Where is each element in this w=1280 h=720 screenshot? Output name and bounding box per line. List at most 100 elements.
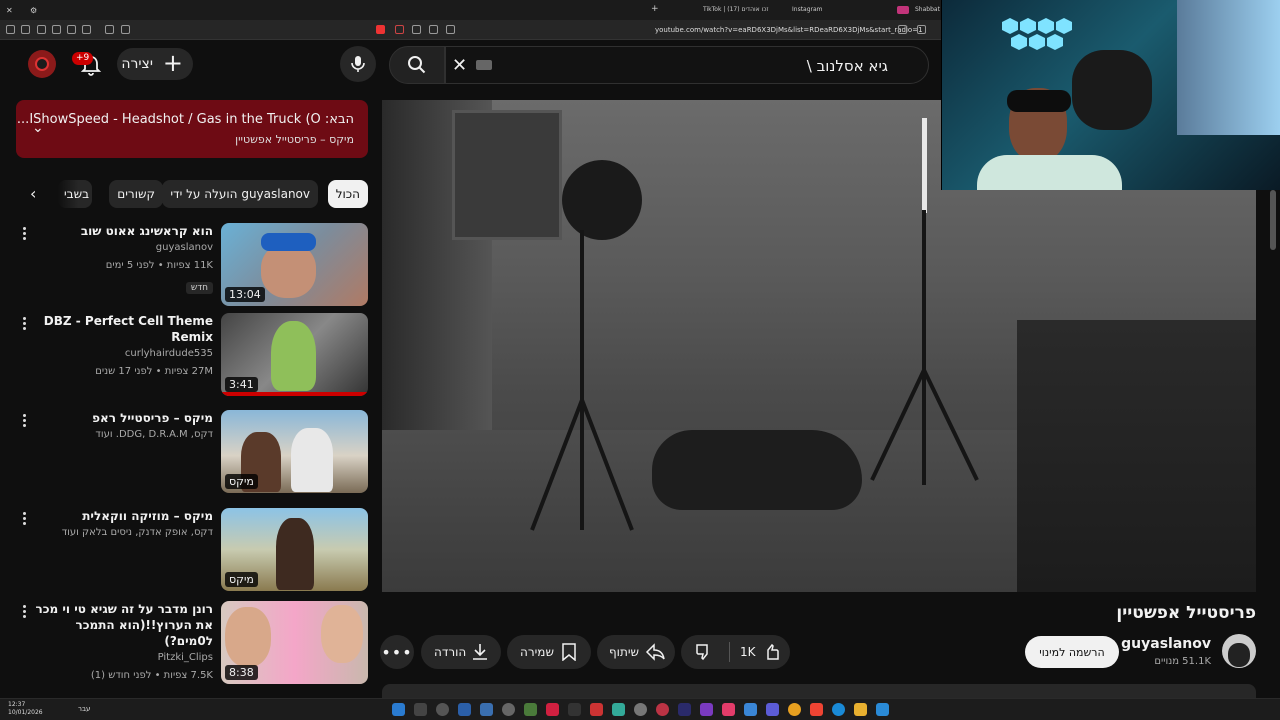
window-icon[interactable]: ⚙ <box>30 6 37 15</box>
app-icon[interactable] <box>502 703 515 716</box>
avatar[interactable] <box>28 50 56 78</box>
thumbnail[interactable]: 3:41 <box>221 313 368 396</box>
video-title[interactable]: רונן מדבר על זה שגיא טי וי מכר את הערוץ!… <box>23 601 214 649</box>
app-icon[interactable] <box>414 703 427 716</box>
thumbnail[interactable]: 13:04 <box>221 223 368 306</box>
app-icon[interactable] <box>700 703 713 716</box>
app-icon[interactable] <box>436 703 449 716</box>
chip-uploaded-by[interactable]: הועלה על ידי guyaslanov <box>162 180 318 208</box>
extension-icon[interactable] <box>21 25 30 34</box>
more-options-icon[interactable] <box>20 412 28 428</box>
video-title[interactable]: הוא קראשינג אאוט שוב <box>23 223 213 239</box>
chip-more[interactable]: בשבי <box>58 180 92 208</box>
clear-search-icon[interactable]: ✕ <box>452 55 467 76</box>
address-input[interactable]: youtube.com/watch?v=eaRD6X3DjMs&list=RDe… <box>655 26 923 34</box>
chevron-down-icon[interactable]: ⌄ <box>32 120 44 136</box>
chip-related[interactable]: קשורים <box>109 180 163 208</box>
chip-all[interactable]: הכול <box>327 180 368 208</box>
thumbnail[interactable]: מיקס <box>221 508 368 591</box>
keyboard-icon[interactable] <box>476 60 492 70</box>
clock[interactable]: 12:37 10/01/2026 <box>8 701 43 717</box>
extension-icon[interactable] <box>67 25 76 34</box>
like-button[interactable]: 1K <box>730 635 790 669</box>
channel-name[interactable]: curlyhairdude535 <box>23 345 213 363</box>
thumbnail[interactable]: 8:38 <box>221 601 368 684</box>
list-item[interactable]: 8:38 רונן מדבר על זה שגיא טי וי מכר את ה… <box>16 601 368 687</box>
search-button[interactable] <box>389 46 445 84</box>
channel-name[interactable]: guyaslanov <box>1121 636 1211 652</box>
video-title[interactable]: מיקס – פריסטייל ראפ <box>23 410 213 426</box>
app-icon[interactable] <box>568 703 581 716</box>
app-icon[interactable] <box>480 703 493 716</box>
list-item[interactable]: מיקס מיקס – פריסטייל ראפ דקס, DDG, D.R.A… <box>16 410 368 496</box>
app-icon[interactable] <box>722 703 735 716</box>
app-icon[interactable] <box>766 703 779 716</box>
edge-icon[interactable] <box>832 703 845 716</box>
app-icon[interactable] <box>458 703 471 716</box>
chrome-icon[interactable] <box>788 703 801 716</box>
app-icon[interactable] <box>392 703 405 716</box>
app-icon[interactable] <box>546 703 559 716</box>
new-tab-button[interactable]: + <box>651 4 659 14</box>
extension-icon[interactable] <box>105 25 114 34</box>
reload-icon[interactable] <box>412 25 421 34</box>
more-options-icon[interactable] <box>20 603 28 619</box>
screen-icon[interactable] <box>446 25 455 34</box>
app-icon[interactable] <box>634 703 647 716</box>
extension-icon[interactable] <box>898 25 907 34</box>
scrollbar-thumb[interactable] <box>1270 190 1276 250</box>
channel-name[interactable]: Pitzki_Clips <box>23 649 213 667</box>
app-icon[interactable] <box>590 703 603 716</box>
extension-icon[interactable] <box>121 25 130 34</box>
shield-icon[interactable] <box>395 25 404 34</box>
list-item[interactable]: 13:04 הוא קראשינג אאוט שוב guyaslanov 11… <box>16 223 368 309</box>
more-options-icon[interactable] <box>20 510 28 526</box>
tab-tiktok[interactable]: TikTok | זכו אוהדים (17) <box>703 6 768 13</box>
app-icon[interactable] <box>612 703 625 716</box>
list-item[interactable]: 3:41 DBZ - Perfect Cell Theme Remix curl… <box>16 313 368 399</box>
dislike-button[interactable] <box>681 635 729 669</box>
video-title[interactable]: DBZ - Perfect Cell Theme Remix <box>23 313 213 345</box>
notifications-button[interactable]: +9 <box>72 52 104 78</box>
subscribe-button[interactable]: הרשמה למינוי <box>1025 636 1119 668</box>
channel-name[interactable]: דקס, DDG, D.R.A.M. ועוד <box>23 426 213 444</box>
app-icon[interactable] <box>744 703 757 716</box>
list-item[interactable]: מיקס מיקס – מוזיקה ווקאלית דקס, אופק אדנ… <box>16 508 368 594</box>
tab-instagram[interactable]: Instagram <box>792 6 823 13</box>
bookmark-icon[interactable] <box>917 25 926 34</box>
app-icon[interactable] <box>656 703 669 716</box>
extension-icon[interactable] <box>82 25 91 34</box>
chevron-left-icon[interactable]: ‹ <box>30 184 36 203</box>
channel-avatar[interactable] <box>1222 634 1256 668</box>
close-icon[interactable]: ✕ <box>6 6 13 15</box>
thumbnail[interactable]: מיקס <box>221 410 368 493</box>
voice-search-button[interactable] <box>340 46 376 82</box>
more-options-icon[interactable] <box>20 315 28 331</box>
app-icon[interactable] <box>678 703 691 716</box>
search-input[interactable]: ✕ גיא אסלנוב \ <box>445 46 929 84</box>
share-button[interactable]: שיתוף <box>597 635 675 669</box>
description-box[interactable] <box>382 684 1256 698</box>
extension-icon[interactable] <box>37 25 46 34</box>
extension-icon[interactable] <box>52 25 61 34</box>
zoom-icon[interactable] <box>429 25 438 34</box>
thumbnail-face <box>321 605 363 663</box>
windows-icon[interactable] <box>876 703 889 716</box>
instagram-icon <box>897 6 909 14</box>
app-icon[interactable] <box>524 703 537 716</box>
folder-icon[interactable] <box>854 703 867 716</box>
menu-icon[interactable] <box>6 25 15 34</box>
channel-name[interactable]: דקס, אופק אדנק, ניסים בלאק ועוד <box>23 524 213 542</box>
more-actions-button[interactable]: ••• <box>380 635 414 669</box>
download-button[interactable]: הורדה <box>421 635 501 669</box>
language-indicator[interactable]: עבר <box>78 705 90 713</box>
brave-icon[interactable] <box>376 25 385 34</box>
more-options-icon[interactable] <box>20 225 28 241</box>
video-title[interactable]: מיקס – מוזיקה ווקאלית <box>23 508 213 524</box>
channel-name[interactable]: guyaslanov <box>23 239 213 257</box>
save-button[interactable]: שמירה <box>507 635 591 669</box>
brave-icon[interactable] <box>810 703 823 716</box>
next-up-banner[interactable]: הבא: IShowSpeed - Headshot / Gas in the … <box>16 100 368 158</box>
video-tripod <box>530 230 634 531</box>
create-button[interactable]: יצירה + <box>117 48 193 80</box>
